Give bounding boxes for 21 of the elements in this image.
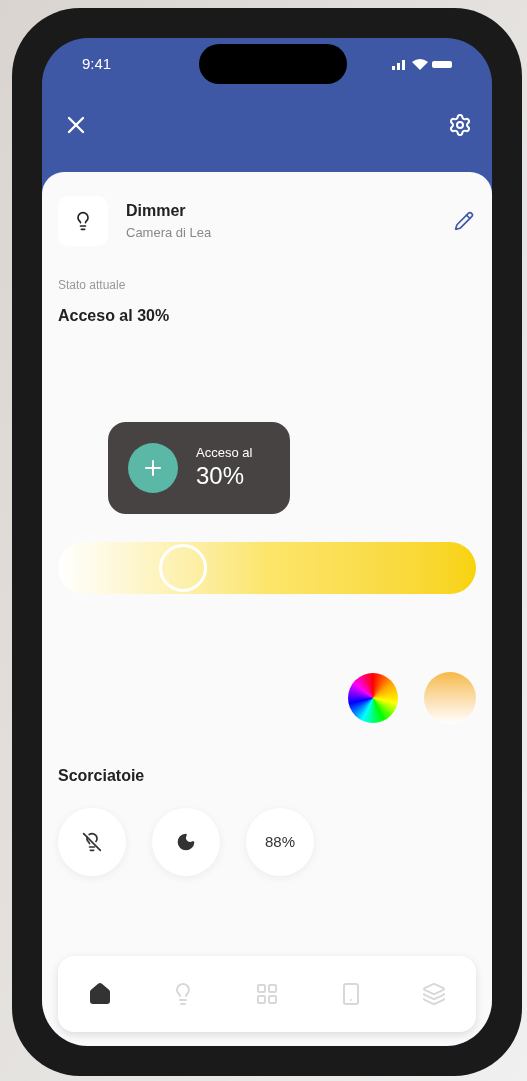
moon-icon xyxy=(176,832,196,852)
tooltip-caption: Acceso al xyxy=(196,444,253,462)
color-wheel-button[interactable] xyxy=(348,673,398,723)
tooltip-value: 30% xyxy=(196,461,246,492)
edit-icon[interactable] xyxy=(454,211,474,231)
shortcuts-title: Scorciatoie xyxy=(58,766,146,786)
home-icon xyxy=(87,982,112,1006)
brightness-slider[interactable] xyxy=(58,542,476,594)
slider-thumb[interactable] xyxy=(159,544,208,592)
grid-icon xyxy=(255,982,279,1006)
status-icons xyxy=(392,58,452,70)
brightness-preset-button[interactable]: 88% xyxy=(246,808,314,876)
state-label: Stato attuale xyxy=(58,277,127,294)
device-room: Camera di Lea xyxy=(126,224,213,243)
settings-icon[interactable] xyxy=(448,113,472,137)
layers-icon xyxy=(422,982,447,1006)
device-name: Dimmer xyxy=(126,201,187,222)
status-time: 9:41 xyxy=(82,53,112,74)
light-off-icon xyxy=(82,832,102,852)
state-value: Acceso al 30% xyxy=(58,306,171,326)
color-temperature-button[interactable] xyxy=(424,672,476,724)
